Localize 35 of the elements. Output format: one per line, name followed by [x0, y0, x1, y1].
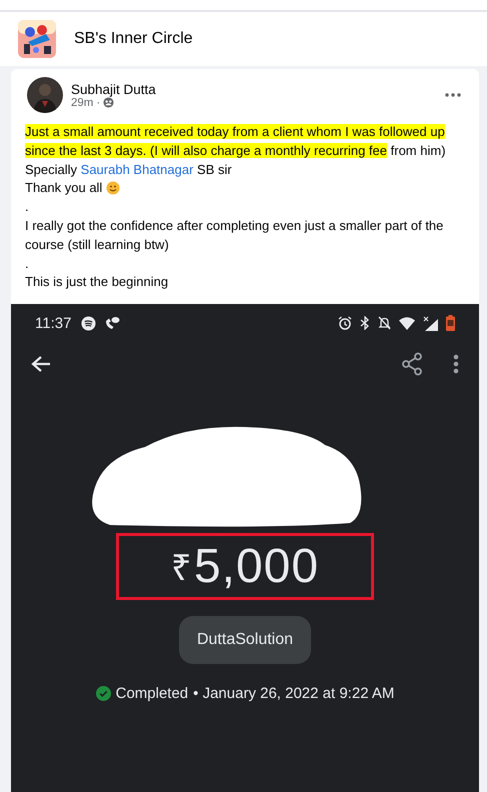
share-button[interactable]: [401, 352, 423, 376]
mention-link[interactable]: Saurabh Bhatnagar: [80, 162, 194, 177]
payee-chip: DuttaSolution: [178, 616, 312, 664]
bluetooth-icon: [360, 316, 370, 330]
post-text: .: [25, 254, 30, 273]
chat-icon: [104, 316, 120, 331]
back-arrow-icon: [31, 355, 51, 374]
post-text: .: [25, 198, 30, 216]
post-text: Just a small amount received today from a client whom I was followed up since the last 3 days. (I will also charge a monthly recurring fee from him): [25, 123, 447, 160]
back-button[interactable]: [31, 355, 51, 374]
more-icon: [445, 93, 461, 97]
avatar[interactable]: [27, 77, 63, 113]
payment-status: Completed: [116, 685, 188, 702]
payment-amount: 5,000: [194, 539, 320, 594]
more-button[interactable]: [453, 354, 459, 374]
wifi-icon: [399, 316, 415, 330]
author-name[interactable]: Subhajit Dutta: [71, 82, 433, 96]
post-time[interactable]: 29m: [71, 96, 94, 108]
muted-bell-icon: [378, 316, 391, 330]
post-text: Thank you all: [25, 180, 102, 196]
share-icon: [401, 352, 423, 376]
status-time: 11:37: [35, 314, 72, 332]
group-icon[interactable]: [18, 20, 56, 58]
separator-dot: ·: [96, 96, 100, 108]
signal-icon: [423, 316, 438, 331]
battery-icon: [446, 315, 455, 332]
smiley-icon: [106, 181, 120, 196]
vertical-dots-icon: [453, 354, 459, 374]
payment-date: • January 26, 2022 at 9:22 AM: [193, 685, 394, 702]
currency-symbol: ₹: [170, 546, 192, 590]
post-text: Specially Saurabh Bhatnagar SB sir: [25, 160, 233, 179]
post-text: This is just the beginning: [25, 273, 170, 292]
group-name[interactable]: SB's Inner Circle: [74, 30, 193, 48]
alarm-icon: [338, 316, 352, 330]
post-text: I really got the confidence after completing even just a smaller part of the course (still learning btw): [25, 216, 444, 254]
